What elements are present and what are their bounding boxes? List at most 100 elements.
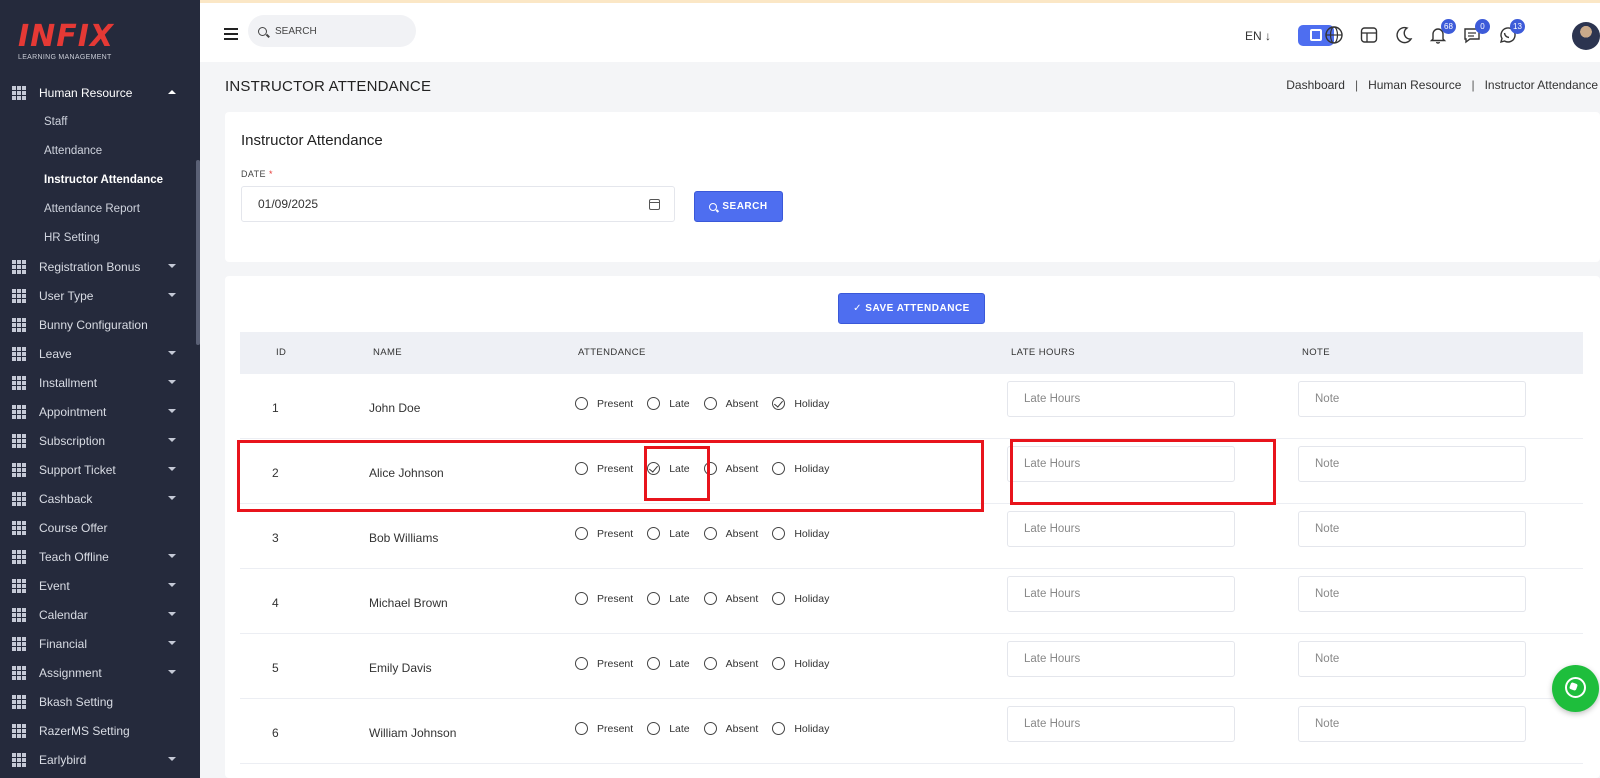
radio-unchecked-icon[interactable] <box>647 722 661 735</box>
sidebar-item-leave[interactable]: Leave <box>0 339 196 368</box>
radio-holiday[interactable]: Holiday <box>772 462 829 475</box>
late-hours-input[interactable]: Late Hours <box>1007 381 1235 417</box>
radio-unchecked-icon[interactable] <box>647 592 661 605</box>
radio-holiday[interactable]: Holiday <box>772 657 829 670</box>
sidebar-item-financial[interactable]: Financial <box>0 629 196 658</box>
menu-toggle-icon[interactable] <box>224 28 238 43</box>
sidebar-item-course-offer[interactable]: Course Offer <box>0 513 196 542</box>
save-attendance-button[interactable]: ✓ SAVE ATTENDANCE <box>838 293 985 324</box>
calendar-icon[interactable] <box>649 199 660 210</box>
radio-unchecked-icon[interactable] <box>703 722 717 735</box>
whatsapp-chat-button[interactable] <box>1552 665 1599 712</box>
sidebar-item-event[interactable]: Event <box>0 571 196 600</box>
sidebar-subitem-instructor-attendance[interactable]: Instructor Attendance <box>0 165 196 194</box>
radio-unchecked-icon[interactable] <box>703 397 717 410</box>
sidebar-item-earlybird[interactable]: Earlybird <box>0 745 196 774</box>
radio-present[interactable]: Present <box>575 397 633 410</box>
radio-unchecked-icon[interactable] <box>575 722 588 735</box>
search-button[interactable]: SEARCH <box>694 191 783 222</box>
radio-unchecked-icon[interactable] <box>647 657 661 670</box>
sidebar-subitem-attendance-report[interactable]: Attendance Report <box>0 194 196 223</box>
radio-unchecked-icon[interactable] <box>575 657 588 670</box>
late-hours-input[interactable]: Late Hours <box>1007 511 1235 547</box>
radio-unchecked-icon[interactable] <box>575 397 588 410</box>
sidebar-scrollbar[interactable] <box>196 160 200 345</box>
radio-present[interactable]: Present <box>575 462 633 475</box>
late-hours-input[interactable]: Late Hours <box>1007 446 1235 482</box>
radio-unchecked-icon[interactable] <box>575 462 588 475</box>
layout-icon[interactable] <box>1359 25 1379 45</box>
radio-late[interactable]: Late <box>647 722 690 735</box>
language-selector[interactable]: EN ↓ <box>1245 29 1271 43</box>
sidebar-item-human-resource[interactable]: Human Resource <box>0 78 196 107</box>
whatsapp-header-button[interactable]: 13 <box>1497 19 1525 45</box>
sidebar-item-assignment[interactable]: Assignment <box>0 658 196 687</box>
sidebar-item-razerms-setting[interactable]: RazerMS Setting <box>0 716 196 745</box>
globe-icon[interactable] <box>1324 25 1344 45</box>
moon-icon[interactable] <box>1394 25 1414 45</box>
note-input[interactable]: Note <box>1298 641 1526 677</box>
radio-present[interactable]: Present <box>575 722 633 735</box>
breadcrumb-human-resource[interactable]: Human Resource <box>1368 78 1461 92</box>
radio-late[interactable]: Late <box>647 527 690 540</box>
logo[interactable]: INFIX LEARNING MANAGEMENT <box>18 22 114 62</box>
radio-checked-icon[interactable] <box>772 397 786 410</box>
sidebar-item-calendar[interactable]: Calendar <box>0 600 196 629</box>
note-input[interactable]: Note <box>1298 706 1526 742</box>
sidebar-item-subscription[interactable]: Subscription <box>0 426 196 455</box>
radio-present[interactable]: Present <box>575 657 633 670</box>
radio-late[interactable]: Late <box>647 592 690 605</box>
radio-unchecked-icon[interactable] <box>772 657 786 670</box>
note-input[interactable]: Note <box>1298 511 1526 547</box>
sidebar-item-user-type[interactable]: User Type <box>0 281 196 310</box>
radio-unchecked-icon[interactable] <box>703 527 717 540</box>
radio-absent[interactable]: Absent <box>703 527 758 540</box>
sidebar-item-registration-bonus[interactable]: Registration Bonus <box>0 252 196 281</box>
sidebar-item-bunny-configuration[interactable]: Bunny Configuration <box>0 310 196 339</box>
search-input[interactable]: SEARCH <box>248 15 416 47</box>
breadcrumb-dashboard[interactable]: Dashboard <box>1286 78 1345 92</box>
radio-unchecked-icon[interactable] <box>772 722 786 735</box>
radio-late[interactable]: Late <box>647 397 690 410</box>
sidebar-item-bkash-setting[interactable]: Bkash Setting <box>0 687 196 716</box>
radio-absent[interactable]: Absent <box>703 722 758 735</box>
radio-unchecked-icon[interactable] <box>772 592 786 605</box>
note-input[interactable]: Note <box>1298 576 1526 612</box>
radio-holiday[interactable]: Holiday <box>772 397 829 410</box>
sidebar-item-support-ticket[interactable]: Support Ticket <box>0 455 196 484</box>
radio-absent[interactable]: Absent <box>703 592 758 605</box>
note-input[interactable]: Note <box>1298 381 1526 417</box>
radio-checked-icon[interactable] <box>647 462 661 475</box>
radio-holiday[interactable]: Holiday <box>772 722 829 735</box>
radio-present[interactable]: Present <box>575 592 633 605</box>
notifications-button[interactable]: 68 <box>1428 19 1456 45</box>
sidebar-subitem-staff[interactable]: Staff <box>0 107 196 136</box>
radio-unchecked-icon[interactable] <box>703 592 717 605</box>
radio-unchecked-icon[interactable] <box>772 462 786 475</box>
sidebar-item-installment[interactable]: Installment <box>0 368 196 397</box>
messages-button[interactable]: 0 <box>1462 19 1490 45</box>
sidebar-item-teach-offline[interactable]: Teach Offline <box>0 542 196 571</box>
sidebar-item-cashback[interactable]: Cashback <box>0 484 196 513</box>
radio-holiday[interactable]: Holiday <box>772 527 829 540</box>
late-hours-input[interactable]: Late Hours <box>1007 706 1235 742</box>
radio-absent[interactable]: Absent <box>703 462 758 475</box>
radio-unchecked-icon[interactable] <box>575 592 588 605</box>
avatar[interactable] <box>1572 22 1600 50</box>
sidebar-subitem-hr-setting[interactable]: HR Setting <box>0 223 196 252</box>
radio-unchecked-icon[interactable] <box>647 527 661 540</box>
sidebar-subitem-attendance[interactable]: Attendance <box>0 136 196 165</box>
radio-absent[interactable]: Absent <box>703 397 758 410</box>
radio-unchecked-icon[interactable] <box>647 397 661 410</box>
note-input[interactable]: Note <box>1298 446 1526 482</box>
date-input[interactable]: 01/09/2025 <box>241 186 675 222</box>
late-hours-input[interactable]: Late Hours <box>1007 641 1235 677</box>
late-hours-input[interactable]: Late Hours <box>1007 576 1235 612</box>
radio-late[interactable]: Late <box>647 462 690 475</box>
radio-unchecked-icon[interactable] <box>772 527 786 540</box>
radio-holiday[interactable]: Holiday <box>772 592 829 605</box>
radio-unchecked-icon[interactable] <box>703 657 717 670</box>
radio-unchecked-icon[interactable] <box>575 527 588 540</box>
radio-unchecked-icon[interactable] <box>703 462 717 475</box>
radio-absent[interactable]: Absent <box>703 657 758 670</box>
